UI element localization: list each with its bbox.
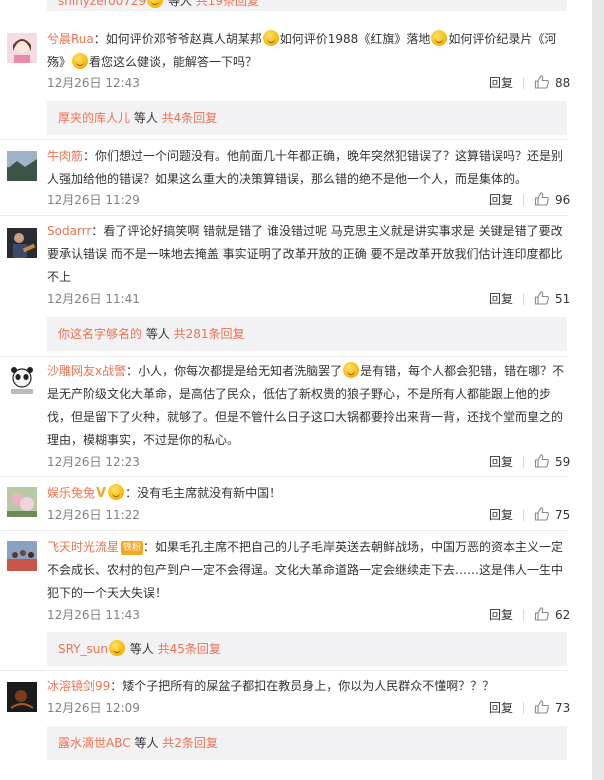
timestamp: 12月26日 11:29 bbox=[47, 193, 140, 207]
emoji-icon bbox=[343, 362, 360, 378]
comment-text: 娱乐兔兔V ：没有毛主席就没有新中国！ bbox=[47, 482, 569, 505]
divider bbox=[0, 356, 569, 357]
divider bbox=[0, 139, 569, 140]
thumbs-up-icon[interactable] bbox=[534, 606, 552, 624]
divider bbox=[0, 215, 569, 216]
username-link[interactable]: 沙雕网友x战警 bbox=[47, 364, 126, 378]
replies-summary[interactable]: shinyzero0729 等人 共19条回复 bbox=[47, 0, 567, 11]
emoji-icon bbox=[108, 640, 125, 656]
replies-user-link[interactable]: 露水滴世ABC bbox=[58, 736, 131, 750]
username-link[interactable]: Sodarrr bbox=[47, 224, 91, 238]
scrollbar-track[interactable] bbox=[592, 0, 604, 780]
replies-user-link[interactable]: 厚夹的库人儿 bbox=[58, 111, 130, 125]
comment-meta: 12月26日 11:29 回复 96 bbox=[47, 191, 571, 209]
thumbs-up-icon[interactable] bbox=[534, 699, 552, 717]
comment-panel: shinyzero0729 等人 共19条回复 兮晨Rua：如何评价邓爷爷赵真人… bbox=[0, 0, 592, 780]
avatar[interactable] bbox=[7, 151, 37, 181]
thumbs-up-icon[interactable] bbox=[534, 74, 552, 92]
comment-text: 冰溶镜剑99：矮个子把所有的屎盆子都扣在教员身上，你以为人民群众不懂啊？？？ bbox=[47, 679, 495, 693]
username-link[interactable]: 牛肉筋 bbox=[47, 149, 83, 163]
replies-summary[interactable]: 露水滴世ABC 等人 共2条回复 bbox=[47, 726, 567, 760]
divider bbox=[523, 509, 524, 521]
replies-summary[interactable]: SRY_sun 等人 共45条回复 bbox=[47, 632, 567, 666]
timestamp: 12月26日 11:43 bbox=[47, 608, 140, 622]
like-count: 88 bbox=[555, 76, 571, 90]
divider bbox=[523, 194, 524, 206]
timestamp: 12月26日 11:41 bbox=[47, 292, 140, 306]
comment-text: 兮晨Rua：如何评价邓爷爷赵真人胡某邦 如何评价1988《红旗》落地 如何评价纪录片… bbox=[47, 30, 557, 69]
reply-button[interactable]: 回复 bbox=[489, 699, 513, 717]
emoji-icon bbox=[431, 30, 448, 46]
reply-button[interactable]: 回复 bbox=[489, 506, 513, 524]
comment-meta: 12月26日 11:43 回复 62 bbox=[47, 606, 571, 624]
emoji-icon bbox=[262, 30, 279, 46]
timestamp: 12月26日 12:09 bbox=[47, 701, 140, 715]
fan-badge: 铁粉 bbox=[121, 541, 144, 555]
comment-meta: 12月26日 11:41 回复 51 bbox=[47, 290, 571, 308]
thumbs-up-icon[interactable] bbox=[534, 191, 552, 209]
reply-button[interactable]: 回复 bbox=[489, 191, 513, 209]
comment-meta: 12月26日 12:43 回复 88 bbox=[47, 74, 571, 92]
like-count: 75 bbox=[555, 508, 571, 522]
comment-meta: 12月26日 12:23 回复 59 bbox=[47, 453, 571, 471]
emoji-icon bbox=[108, 484, 125, 500]
replies-count-link[interactable]: 共19条回复 bbox=[192, 0, 259, 8]
reply-button[interactable]: 回复 bbox=[489, 290, 513, 308]
comment-meta: 12月26日 11:22 回复 75 bbox=[47, 506, 571, 524]
replies-count-link[interactable]: 共45条回复 bbox=[158, 642, 221, 656]
replies-count-link[interactable]: 共4条回复 bbox=[162, 111, 218, 125]
divider bbox=[523, 77, 524, 89]
comment-meta: 12月26日 12:09 回复 73 bbox=[47, 699, 571, 717]
avatar[interactable] bbox=[7, 33, 37, 63]
username-link[interactable]: 兮晨Rua bbox=[47, 32, 94, 46]
thumbs-up-icon[interactable] bbox=[534, 506, 552, 524]
timestamp: 12月26日 12:43 bbox=[47, 76, 140, 90]
timestamp: 12月26日 11:22 bbox=[47, 508, 140, 522]
divider bbox=[523, 702, 524, 714]
like-count: 62 bbox=[555, 608, 571, 622]
username-link[interactable]: 娱乐兔兔 bbox=[47, 486, 95, 500]
like-count: 59 bbox=[555, 455, 571, 469]
thumbs-up-icon[interactable] bbox=[534, 290, 552, 308]
avatar[interactable] bbox=[7, 487, 37, 517]
comment-text: 牛肉筋：你们想过一个问题没有。他前面几十年都正确，晚年突然犯错误了？这算错误吗？… bbox=[47, 149, 564, 186]
emoji-icon bbox=[72, 53, 89, 69]
reply-button[interactable]: 回复 bbox=[489, 74, 513, 92]
timestamp: 12月26日 12:23 bbox=[47, 455, 140, 469]
replies-count-link[interactable]: 共281条回复 bbox=[174, 327, 245, 341]
like-count: 51 bbox=[555, 292, 571, 306]
replies-count-link[interactable]: 共2条回复 bbox=[162, 736, 218, 750]
divider bbox=[0, 476, 569, 477]
comment-text: Sodarrr：看了评论好搞笑啊 错就是错了 谁没错过呢 马克思主义就是讲实事求… bbox=[47, 224, 563, 284]
avatar[interactable] bbox=[7, 365, 37, 395]
avatar[interactable] bbox=[7, 228, 37, 258]
like-count: 73 bbox=[555, 701, 571, 715]
divider bbox=[523, 609, 524, 621]
comment-text: 飞天时光流星 铁粉 ：如果毛孔主席不把自己的儿子毛岸英送去朝鲜战场，中国万恶的资本主… bbox=[47, 540, 564, 600]
divider bbox=[0, 670, 569, 671]
comment-text: 沙雕网友x战警：小人，你每次都提是给无知者洗脑罢了 是有错，每个人都会犯错，错在哪… bbox=[47, 362, 565, 447]
divider bbox=[523, 456, 524, 468]
divider bbox=[523, 293, 524, 305]
avatar[interactable] bbox=[7, 682, 37, 712]
username-link[interactable]: 飞天时光流星 bbox=[47, 540, 119, 554]
replies-user-link[interactable]: shinyzero0729 bbox=[58, 0, 146, 8]
verified-icon: V bbox=[96, 486, 107, 501]
replies-user-link[interactable]: 你这名字够名的 bbox=[58, 327, 142, 341]
emoji-icon bbox=[147, 0, 164, 8]
username-link[interactable]: 冰溶镜剑99 bbox=[47, 679, 110, 693]
like-count: 96 bbox=[555, 193, 571, 207]
replies-summary[interactable]: 你这名字够名的 等人 共281条回复 bbox=[47, 317, 567, 351]
replies-summary[interactable]: 厚夹的库人儿 等人 共4条回复 bbox=[47, 101, 567, 135]
replies-user-link[interactable]: SRY_sun bbox=[58, 642, 108, 656]
reply-button[interactable]: 回复 bbox=[489, 453, 513, 471]
divider bbox=[0, 530, 569, 531]
reply-button[interactable]: 回复 bbox=[489, 606, 513, 624]
thumbs-up-icon[interactable] bbox=[534, 453, 552, 471]
avatar[interactable] bbox=[7, 541, 37, 571]
